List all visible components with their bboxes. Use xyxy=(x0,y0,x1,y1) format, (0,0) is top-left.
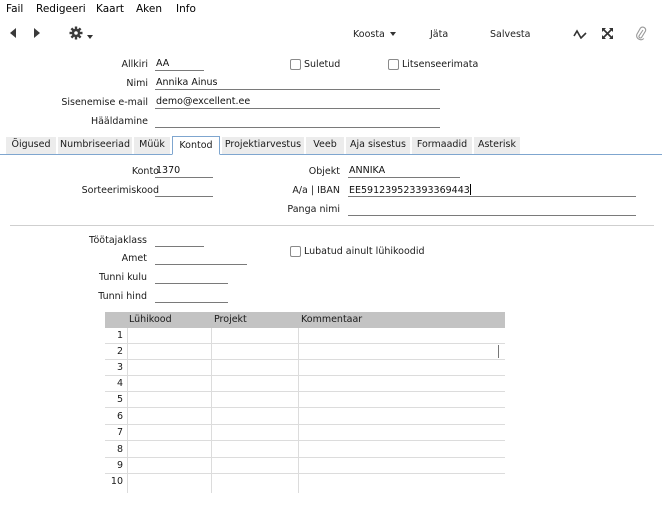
grid-row-number: 9 xyxy=(116,460,123,471)
activity-icon[interactable] xyxy=(573,29,587,42)
account-field[interactable]: 1370 xyxy=(155,165,213,178)
bank-name-label: Panga nimi xyxy=(287,204,340,215)
employee-class-label: Töötajaklass xyxy=(88,235,147,246)
menu-card[interactable]: Kaart xyxy=(96,3,124,15)
login-email-label: Sisenemise e-mail xyxy=(61,97,148,108)
grid-row[interactable]: 9 xyxy=(105,458,505,474)
grid-row[interactable]: 5 xyxy=(105,392,505,408)
bank-name-field[interactable] xyxy=(348,203,636,216)
tab-underline xyxy=(0,154,662,155)
object-field[interactable]: ANNIKA xyxy=(348,165,460,178)
skip-button[interactable]: Jäta xyxy=(430,29,448,40)
hour-cost-field[interactable] xyxy=(155,271,228,284)
tab-project-accounting[interactable]: Projektiarvestus xyxy=(222,137,304,154)
grid-row[interactable]: 6 xyxy=(105,409,505,425)
name-label: Nimi xyxy=(126,78,148,89)
grid-row-number: 5 xyxy=(116,394,123,405)
tab-rights[interactable]: Õigused xyxy=(6,137,56,154)
grid-row-number: 4 xyxy=(116,378,123,389)
tab-accounts[interactable]: Kontod xyxy=(172,136,220,155)
hour-cost-label: Tunni kulu xyxy=(99,272,147,283)
shortcodes-only-checkbox[interactable] xyxy=(290,246,301,257)
grid-col-divider xyxy=(211,328,212,493)
signature-label: Allkiri xyxy=(121,59,148,70)
grid-row-number: 1 xyxy=(116,330,123,341)
signature-field[interactable]: AA xyxy=(155,58,204,71)
iban-field[interactable]: EE591239523393369443 xyxy=(348,184,636,197)
job-label: Amet xyxy=(121,253,147,264)
toolbar: Koosta Jäta Salvesta xyxy=(0,19,662,50)
grid-row[interactable]: 4 xyxy=(105,376,505,392)
next-record-icon[interactable] xyxy=(32,27,42,42)
menu-file[interactable]: Fail xyxy=(6,3,23,15)
job-field[interactable] xyxy=(155,252,247,265)
text-cursor xyxy=(469,184,471,195)
section-divider xyxy=(10,225,654,226)
employee-class-field[interactable] xyxy=(155,234,204,247)
grid-col-comment: Kommentaar xyxy=(301,314,363,325)
login-email-field[interactable]: demo@excellent.ee xyxy=(155,96,440,109)
grid-col-divider xyxy=(127,328,128,493)
iban-label: A/a | IBAN xyxy=(292,185,340,196)
tab-time-entry[interactable]: Aja sisestus xyxy=(346,137,410,154)
tab-bar: Õigused Numbriseeriad Müük Kontod Projek… xyxy=(0,136,662,155)
gear-icon[interactable] xyxy=(69,26,83,43)
previous-record-icon[interactable] xyxy=(8,27,18,42)
grid-col-divider xyxy=(298,328,299,493)
shortcodes-only-label: Lubatud ainult lühikoodid xyxy=(304,246,425,257)
save-button[interactable]: Salvesta xyxy=(490,29,530,40)
grid-row[interactable]: 8 xyxy=(105,442,505,458)
closed-checkbox[interactable] xyxy=(290,59,301,70)
grid-row-number: 6 xyxy=(116,411,123,422)
grid-row-number: 2 xyxy=(116,346,123,357)
grid-row[interactable]: 3 xyxy=(105,360,505,376)
menu-window[interactable]: Aken xyxy=(136,3,162,15)
closed-label: Suletud xyxy=(304,59,341,70)
tab-sales[interactable]: Müük xyxy=(134,137,170,154)
voice-login-field[interactable] xyxy=(155,115,440,128)
voice-login-label: Hääldamine xyxy=(90,116,148,127)
license-user-checkbox[interactable] xyxy=(388,59,399,70)
hour-price-field[interactable] xyxy=(155,290,228,303)
chevron-down-icon[interactable] xyxy=(87,32,93,43)
iban-value: EE591239523393369443 xyxy=(349,185,470,196)
grid-text-cursor xyxy=(498,345,499,358)
grid-row[interactable]: 2 xyxy=(105,344,505,360)
license-user-label: Litsenseerimata xyxy=(402,59,479,70)
attachment-icon[interactable] xyxy=(635,26,647,44)
tab-web[interactable]: Veeb xyxy=(306,137,344,154)
grid-row[interactable]: 7 xyxy=(105,425,505,441)
grid-row[interactable]: 10 xyxy=(105,474,505,490)
sort-code-label: Sorteerimiskood xyxy=(81,185,159,196)
grid-row[interactable]: 1 xyxy=(105,328,505,344)
tab-asterisk[interactable]: Asterisk xyxy=(474,137,520,154)
hour-price-label: Tunni hind xyxy=(98,291,147,302)
expand-icon[interactable] xyxy=(601,27,614,43)
grid-row-number: 8 xyxy=(116,444,123,455)
tab-number-series[interactable]: Numbriseeriad xyxy=(58,137,132,154)
grid-row-number: 3 xyxy=(116,362,123,373)
tab-formats[interactable]: Formaadid xyxy=(412,137,472,154)
menu-bar: Fail Redigeeri Kaart Aken Info xyxy=(0,0,662,19)
grid-col-shortcode: Lühikood xyxy=(129,314,172,325)
name-field[interactable]: Annika Ainus xyxy=(155,77,440,90)
create-button[interactable]: Koosta xyxy=(353,29,396,40)
sort-code-field[interactable] xyxy=(155,184,213,197)
grid-col-project: Projekt xyxy=(214,314,247,325)
create-button-label: Koosta xyxy=(353,29,385,40)
object-label: Objekt xyxy=(308,166,340,177)
grid-row-number: 7 xyxy=(116,427,123,438)
grid-row-number: 10 xyxy=(110,476,123,487)
menu-edit[interactable]: Redigeeri xyxy=(36,3,86,15)
create-dropdown-icon xyxy=(389,32,396,36)
grid-header: Lühikood Projekt Kommentaar xyxy=(105,312,505,328)
menu-info[interactable]: Info xyxy=(176,3,196,15)
